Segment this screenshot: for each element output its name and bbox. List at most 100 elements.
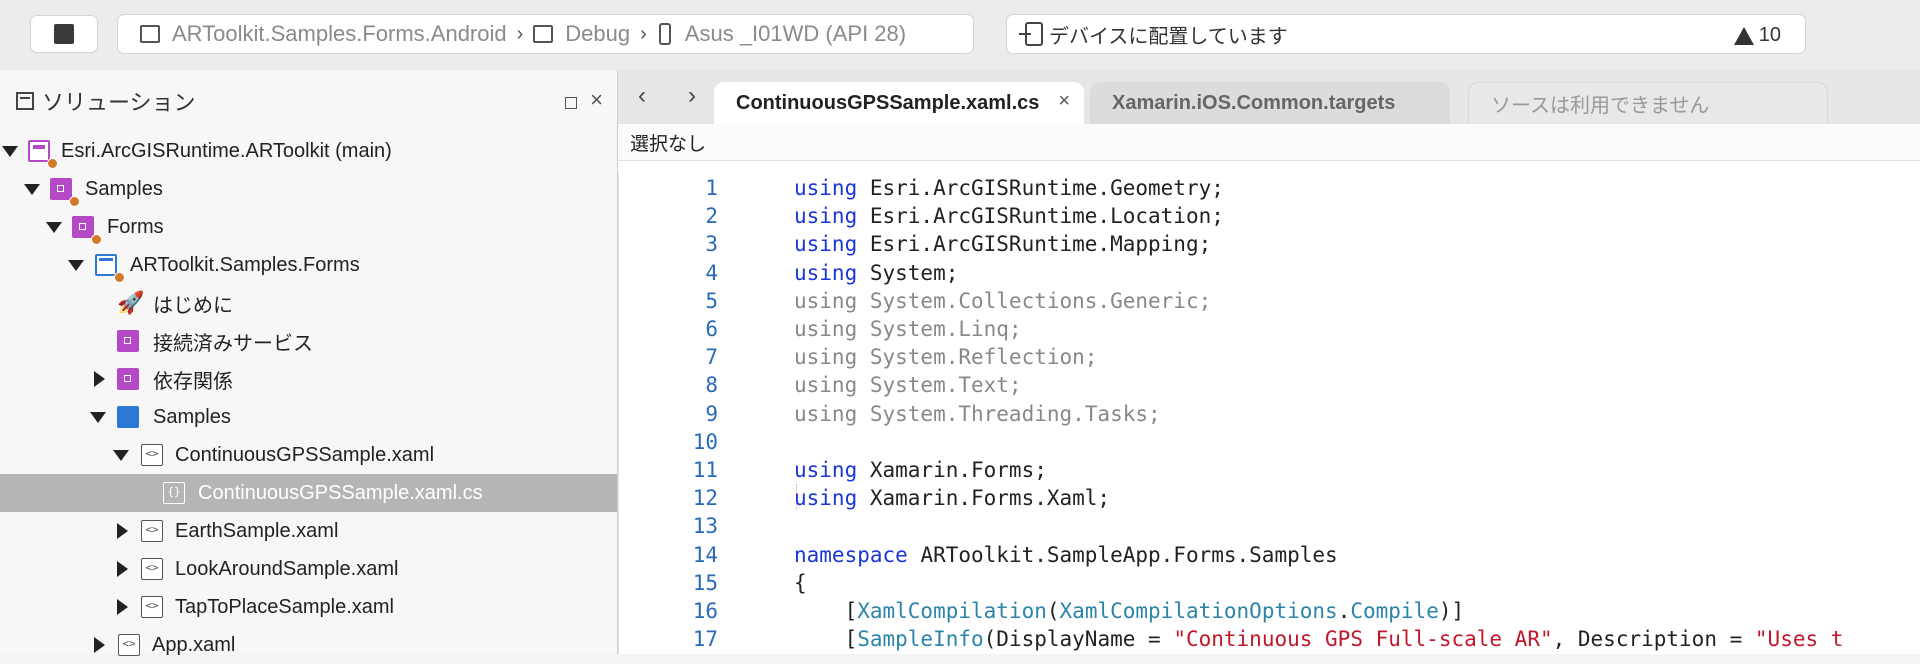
code-line[interactable]: 16 [XamlCompilation(XamlCompilationOptio… (618, 597, 1920, 625)
code-token: System.Collections.Generic; (857, 288, 1212, 313)
tree-item-samples-folder[interactable]: Samples (0, 170, 617, 208)
tree-item-continuousgps-xaml-cs[interactable]: {} ContinuousGPSSample.xaml.cs (0, 474, 617, 512)
warnings-indicator[interactable]: 10 (1733, 24, 1781, 47)
tree-item-earth-xaml[interactable]: <> EarthSample.xaml (0, 512, 617, 550)
code-token: Xamarin.Forms.Xaml; (857, 486, 1111, 511)
maximize-icon[interactable] (565, 97, 577, 109)
code-line[interactable]: 15 { (618, 569, 1920, 597)
collapse-arrow-icon[interactable] (117, 523, 128, 539)
breadcrumb-project[interactable]: ARToolkit.Samples.Forms.Android (140, 21, 507, 47)
code-line[interactable]: 5 using System.Collections.Generic; (618, 287, 1920, 315)
line-number: 6 (705, 317, 718, 341)
tree-item-dependencies[interactable]: 依存関係 (0, 360, 617, 398)
collapse-arrow-icon[interactable] (117, 599, 128, 615)
code-line[interactable]: 7 using System.Reflection; (618, 343, 1920, 371)
breadcrumb-configuration[interactable]: Debug (533, 21, 630, 47)
tab-label: ContinuousGPSSample.xaml.cs (736, 91, 1040, 114)
expand-arrow-icon[interactable] (113, 449, 129, 461)
tab-xamarin-ios-targets[interactable]: Xamarin.iOS.Common.targets (1090, 82, 1450, 124)
line-number: 1 (705, 176, 718, 200)
breadcrumb-configuration-label: Debug (565, 21, 631, 46)
code-token: using (794, 232, 858, 257)
tree-item-solution[interactable]: Esri.ArcGISRuntime.ARToolkit (main) (0, 132, 617, 170)
line-source: [XamlCompilation(XamlCompilationOptions.… (794, 597, 1465, 625)
code-line[interactable]: 3 using Esri.ArcGISRuntime.Mapping; (618, 230, 1920, 258)
breadcrumb-device[interactable]: Asus _I01WD (API 28) (657, 21, 906, 47)
rocket-icon: 🚀 (117, 290, 145, 315)
code-line[interactable]: 6 using System.Linq; (618, 315, 1920, 343)
line-number: 17 (692, 627, 718, 652)
code-area[interactable]: 1 using Esri.ArcGISRuntime.Geometry; 2 usin… (618, 174, 1920, 654)
tree-item-label: Forms (107, 215, 164, 238)
collapse-arrow-icon[interactable] (117, 561, 128, 577)
code-line[interactable]: 10 (618, 428, 1920, 456)
collapse-arrow-icon[interactable] (94, 637, 105, 653)
expand-arrow-icon[interactable] (90, 411, 106, 423)
forward-icon[interactable]: › (688, 82, 696, 110)
warning-icon (1733, 26, 1754, 45)
tree-item-label: ARToolkit.Samples.Forms (130, 253, 360, 276)
breadcrumb-device-label: Asus _I01WD (API 28) (684, 21, 907, 46)
code-line[interactable]: 11 using Xamarin.Forms; (618, 456, 1920, 484)
close-icon[interactable]: × (590, 89, 603, 111)
code-token: Xamarin.Forms; (857, 458, 1047, 482)
expand-arrow-icon[interactable] (46, 221, 62, 233)
line-source: using System.Collections.Generic; (794, 287, 1211, 315)
close-tab-icon[interactable]: × (1056, 90, 1070, 113)
code-line[interactable]: 12 using Xamarin.Forms.Xaml; (618, 484, 1920, 512)
code-line[interactable]: 9 using System.Threading.Tasks; (618, 400, 1920, 428)
chevron-right-icon: › (640, 22, 647, 45)
toolbar: ARToolkit.Samples.Forms.Android › Debug … (0, 0, 1920, 71)
solution-pad-header: ソリューション × (0, 70, 617, 132)
tab-continuousgps-cs[interactable]: ContinuousGPSSample.xaml.cs × (714, 82, 1084, 124)
code-token: using (794, 345, 858, 370)
window-icon (140, 25, 160, 43)
line-number: 2 (705, 204, 718, 229)
code-line[interactable]: 4 using System; (618, 259, 1920, 287)
line-number: 15 (692, 570, 718, 595)
tree-item-continuousgps-xaml[interactable]: <> ContinuousGPSSample.xaml (0, 436, 617, 474)
code-token: System; (857, 260, 959, 285)
status-badge (114, 272, 125, 283)
line-source: [SampleInfo(DisplayName = "Continuous GP… (794, 625, 1844, 653)
deploy-icon (1019, 22, 1043, 46)
code-line[interactable]: 17 [SampleInfo(DisplayName = "Continuous… (618, 625, 1920, 653)
code-line[interactable]: 1 using Esri.ArcGISRuntime.Geometry; (618, 174, 1920, 202)
member-selector[interactable]: 選択なし (618, 124, 1920, 161)
expand-arrow-icon[interactable] (24, 183, 40, 195)
code-line[interactable]: 2 using Esri.ArcGISRuntime.Location; (618, 202, 1920, 230)
back-icon[interactable]: ‹ (638, 82, 646, 110)
tab-source-unavailable[interactable]: ソースは利用できません (1468, 82, 1828, 124)
solution-pad-title: ソリューション (42, 90, 196, 115)
tree-item-connected-services[interactable]: 接続済みサービス (0, 322, 617, 360)
tree-item-forms-folder[interactable]: Forms (0, 208, 617, 246)
tree-item-getting-started[interactable]: 🚀 はじめに (0, 284, 617, 322)
code-line[interactable]: 14 namespace ARToolkit.SampleApp.Forms.Sa… (618, 541, 1920, 569)
breadcrumb-project-label: ARToolkit.Samples.Forms.Android (172, 21, 507, 46)
tree-item-taptoplace-xaml[interactable]: <> TapToPlaceSample.xaml (0, 588, 617, 626)
status-badge (91, 234, 102, 245)
run-configuration-breadcrumb[interactable]: ARToolkit.Samples.Forms.Android › Debug … (117, 14, 974, 54)
tree-item-lookaround-xaml[interactable]: <> LookAroundSample.xaml (0, 550, 617, 588)
tree-item-forms-project[interactable]: ARToolkit.Samples.Forms (0, 246, 617, 284)
expand-arrow-icon[interactable] (68, 259, 84, 271)
code-line[interactable]: 13 (618, 512, 1920, 540)
tree-item-app-xaml[interactable]: <> App.xaml (0, 626, 617, 664)
expand-arrow-icon[interactable] (2, 145, 18, 157)
line-number: 5 (705, 288, 718, 313)
line-source: using System.Reflection; (794, 343, 1097, 371)
line-source: { (794, 569, 807, 597)
tree-item-samples-subfolder[interactable]: Samples (0, 398, 617, 436)
code-token: using (794, 373, 858, 398)
line-number: 10 (692, 429, 718, 454)
code-line[interactable]: 8 using System.Text; (618, 371, 1920, 399)
tree-item-label: Samples (85, 177, 163, 200)
line-source: using System; (794, 259, 958, 287)
line-source: namespace ARToolkit.SampleApp.Forms.Samp… (794, 541, 1338, 569)
code-token: System.Reflection; (857, 345, 1098, 370)
stop-button[interactable] (30, 15, 98, 53)
solution-pad: ソリューション × Esri.ArcGISRuntime.ARToolkit (… (0, 70, 618, 656)
solution-icon (28, 140, 50, 162)
collapse-arrow-icon[interactable] (94, 371, 105, 387)
tree-item-label: はじめに (153, 294, 233, 317)
